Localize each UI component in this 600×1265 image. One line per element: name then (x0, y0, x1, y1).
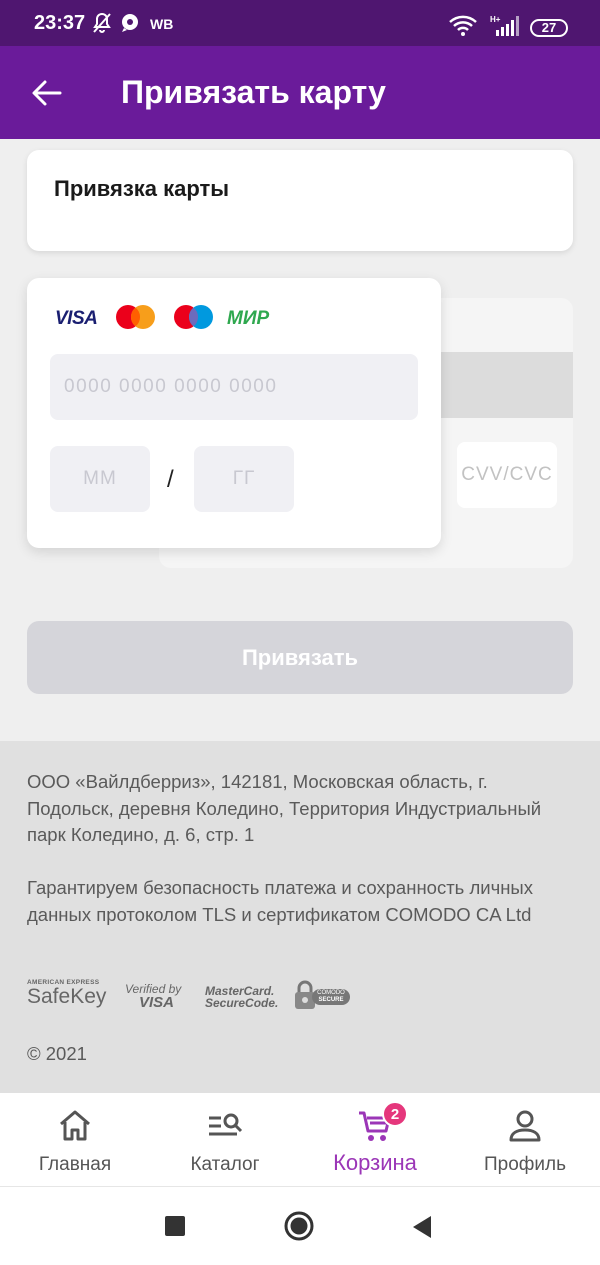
nav-item-cart[interactable]: 2 Корзина (300, 1093, 450, 1187)
card-number-input[interactable] (50, 354, 418, 420)
nav-label-profile: Профиль (483, 1154, 567, 1175)
card-front-side: VISA МИР / (27, 278, 441, 548)
company-address: ООО «Вайлдберриз», 142181, Московская об… (27, 771, 542, 845)
bottom-navigation: Главная Каталог 2 Корзина Профиль (0, 1093, 600, 1187)
expiry-year-input[interactable] (194, 446, 294, 512)
maestro-logo-icon (173, 304, 215, 335)
cart-count-badge: 2 (382, 1101, 408, 1127)
profile-icon (509, 1110, 541, 1142)
security-badges: AMERICAN EXPRESS SafeKey Verified by VIS… (27, 979, 367, 1019)
cvv-input[interactable] (457, 442, 557, 508)
mir-logo: МИР (227, 308, 270, 329)
status-time: 23:37 (34, 12, 86, 34)
battery-indicator: 27 (530, 19, 568, 37)
nav-label-catalog: Каталог (190, 1154, 260, 1175)
verified-by-visa-badge: Verified by VISA (125, 982, 182, 1011)
nav-item-home[interactable]: Главная (0, 1093, 150, 1187)
security-note: Гарантируем безопасность платежа и сохра… (27, 877, 533, 925)
recent-apps-icon[interactable] (165, 1216, 185, 1241)
chat-icon (120, 12, 142, 39)
page-title: Привязать карту (121, 74, 386, 110)
home-icon (60, 1110, 90, 1141)
expiry-month-input[interactable] (50, 446, 150, 512)
bind-card-button[interactable]: Привязать (27, 621, 573, 694)
nav-label-home: Главная (38, 1154, 112, 1175)
nav-item-profile[interactable]: Профиль (450, 1093, 600, 1187)
carrier-label: WB (150, 16, 174, 32)
svg-text:H+: H+ (490, 15, 501, 24)
comodo-secure-badge: COMODO SECURE (292, 979, 352, 1015)
footer: ООО «Вайлдберриз», 142181, Московская об… (0, 741, 600, 1093)
mastercard-logo-icon (115, 304, 157, 335)
nav-item-catalog[interactable]: Каталог (150, 1093, 300, 1187)
status-bar: 23:37 WB H+ 27 (0, 0, 600, 46)
app-bar: Привязать карту (0, 46, 600, 139)
signal-icon: H+ (490, 14, 522, 43)
card-binding-title: Привязка карты (54, 176, 230, 201)
mute-bell-icon (92, 12, 112, 39)
back-triangle-icon[interactable] (411, 1215, 433, 1244)
visa-logo: VISA (55, 308, 98, 329)
system-navigation-bar (0, 1187, 600, 1265)
expiry-separator: / (167, 466, 174, 493)
catalog-search-icon (209, 1113, 243, 1136)
amex-safekey-badge: AMERICAN EXPRESS SafeKey (27, 979, 107, 1008)
mastercard-securecode-badge: MasterCard. SecureCode. (205, 984, 279, 1010)
copyright: © 2021 (27, 1043, 87, 1064)
wifi-icon (448, 14, 478, 41)
card-binding-header: Привязка карты (27, 150, 573, 251)
nav-label-cart: Корзина (333, 1150, 417, 1175)
back-arrow-icon[interactable] (30, 78, 64, 108)
home-circle-icon[interactable] (284, 1211, 314, 1246)
